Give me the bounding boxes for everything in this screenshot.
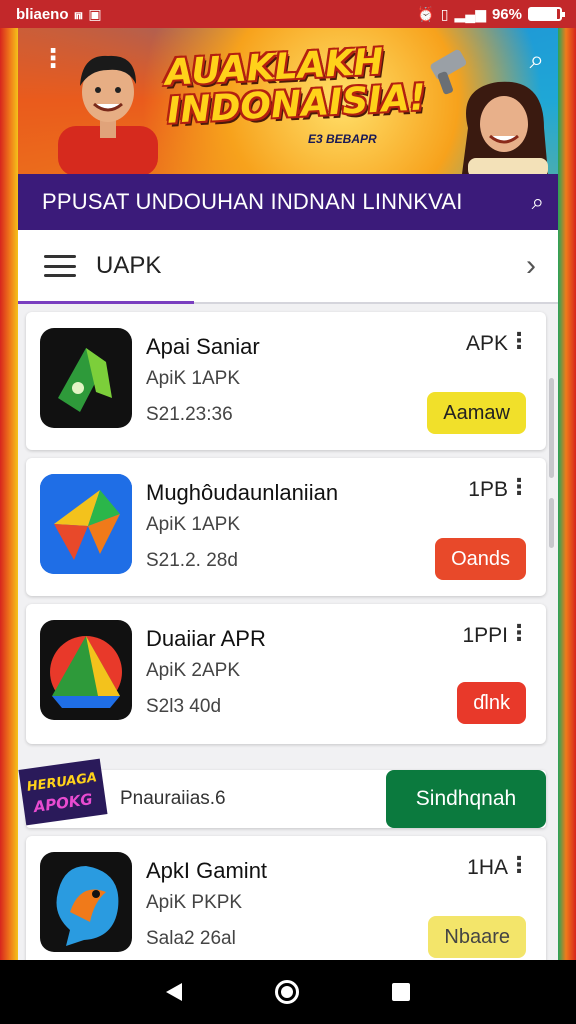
app-size: S21.23:36 — [146, 404, 233, 425]
app-card[interactable]: Apai Saniar ApiK 1APK S21.23:36 APK ⋮ Aa… — [26, 312, 546, 450]
vibrate-icon: ▯ — [440, 6, 449, 22]
app-name: ApkI Gamint — [146, 858, 268, 883]
hero-banner: ⋮ AUAKLAKH INDONAISIA! E3 BEBAPR ⌕ — [18, 28, 558, 174]
app-action-button[interactable]: Nbaare — [428, 916, 526, 958]
app-size: Sala2 26al — [146, 928, 236, 949]
status-right: ⏰ ▯ ▂▄▆ 96% — [417, 5, 565, 23]
app-panel: ⋮ AUAKLAKH INDONAISIA! E3 BEBAPR ⌕ PPUSA… — [18, 28, 558, 960]
more-vert-icon[interactable]: ⋮ — [508, 330, 530, 352]
scrollbar[interactable] — [549, 498, 554, 548]
subtitle-text: PPUSAT UNDOUHAN INDNAN LINNKVAI — [42, 189, 463, 214]
chevron-right-icon[interactable]: › — [526, 249, 536, 283]
signal-icon: ▂▄▆ — [454, 6, 486, 22]
app-size: S2l3 40d — [146, 696, 222, 717]
subtitle-search-icon[interactable]: ⌕ — [532, 189, 544, 215]
top-nav: UAPK › — [18, 230, 558, 304]
app-card[interactable]: Mughôudaunlaniian ApiK 1APK S21.2. 28d 1… — [26, 458, 546, 596]
menu-icon[interactable] — [44, 255, 76, 277]
back-icon[interactable] — [166, 983, 183, 1001]
app-tag: 1HA — [467, 856, 508, 879]
sponsored-button[interactable]: Sindhqnah — [386, 770, 546, 828]
carrier-text: bliaeno — [16, 5, 69, 23]
app-action-button[interactable]: Aamaw — [427, 392, 526, 434]
search-icon[interactable]: ⌕ — [529, 44, 544, 76]
sim-icon: ▣ — [88, 6, 102, 22]
app-card[interactable]: Duaiiar APR ApiK 2APK S2l3 40d 1PPI ⋮ ɗl… — [26, 604, 546, 744]
scrollbar[interactable] — [549, 378, 554, 478]
battery-fill — [530, 9, 557, 19]
subtitle-bar: PPUSAT UNDOUHAN INDNAN LINNKVAI ⌕ — [18, 174, 558, 230]
app-action-button[interactable]: ɗlnk — [457, 682, 526, 724]
man-character-illustration — [58, 55, 158, 174]
app-type: ApiK 1APK — [146, 368, 240, 389]
system-nav-bar — [0, 960, 576, 1024]
recent-apps-icon[interactable] — [391, 983, 410, 1001]
more-vert-icon[interactable]: ⋮ — [508, 854, 530, 876]
nav-left: UAPK — [44, 252, 161, 280]
bird-head-icon — [40, 852, 132, 952]
wifi-icon: ⩎ — [74, 6, 83, 22]
app-name: Apai Saniar — [146, 334, 260, 359]
more-vert-icon[interactable]: ⋮ — [508, 622, 530, 644]
colorful-arrow-icon — [40, 474, 132, 574]
sponsored-text: Pnauraiias.6 — [120, 788, 226, 809]
app-name: Duaiiar APR — [146, 626, 266, 651]
banner-title: AUAKLAKH INDONAISIA! — [164, 41, 428, 131]
status-left: bliaeno ⩎ ▣ — [16, 6, 102, 23]
app-tag: 1PB — [468, 478, 508, 501]
sponsored-row[interactable]: HERUAGA APOKG Pnauraiias.6 Sindhqnah — [18, 758, 546, 828]
battery-percent: 96% — [491, 5, 522, 23]
app-action-button[interactable]: Oands — [435, 538, 526, 580]
battery-icon — [528, 7, 565, 21]
app-tag: 1PPI — [462, 624, 508, 647]
woman-character-illustration — [462, 81, 548, 174]
status-bar: bliaeno ⩎ ▣ ⏰ ▯ ▂▄▆ 96% — [0, 0, 576, 28]
app-name: Mughôudaunlaniian — [146, 480, 339, 505]
nav-title: UAPK — [96, 252, 162, 279]
home-icon[interactable] — [274, 980, 299, 1004]
tab-indicator — [18, 301, 194, 304]
banner-subtitle: E3 BEBAPR — [308, 132, 377, 146]
more-vert-icon[interactable]: ⋮ — [508, 476, 530, 498]
app-card[interactable]: ApkI Gamint ApiK PKPK Sala2 26al 1HA ⋮ N… — [26, 836, 546, 960]
alarm-icon: ⏰ — [417, 6, 435, 22]
app-type: ApiK 2APK — [146, 660, 240, 681]
promo-logo: HERUAGA APOKG — [18, 758, 108, 826]
app-tag: APK — [465, 332, 508, 355]
green-arrow-icon — [40, 328, 132, 428]
app-type: ApiK PKPK — [146, 892, 243, 913]
app-type: ApiK 1APK — [146, 514, 240, 535]
app-size: S21.2. 28d — [146, 550, 238, 571]
drive-triangle-icon — [40, 620, 132, 720]
